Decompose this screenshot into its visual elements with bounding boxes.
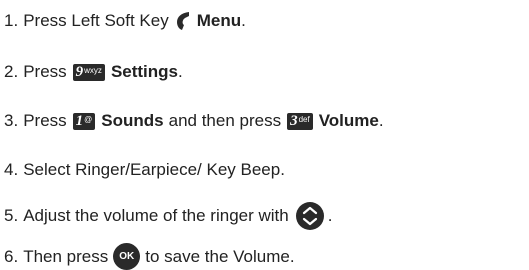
ok-key-icon: OK bbox=[113, 243, 141, 270]
step-number: 4. bbox=[4, 160, 19, 179]
step-text: Adjust the volume of the ringer with bbox=[23, 206, 289, 225]
step-text: Press bbox=[23, 111, 67, 130]
step-text-mid: and then press bbox=[168, 111, 282, 130]
step-number: 2. bbox=[4, 62, 19, 81]
step-number: 5. bbox=[4, 206, 19, 225]
step-number: 6. bbox=[4, 246, 19, 266]
step-text: Press Left Soft Key bbox=[23, 11, 169, 30]
step-text: Then press bbox=[23, 246, 109, 266]
step-1: 1. Press Left Soft Key Menu . bbox=[4, 11, 246, 31]
step-text-post: to save the Volume. bbox=[145, 246, 295, 266]
settings-label: Settings bbox=[110, 62, 178, 81]
step-5: 5. Adjust the volume of the ringer with … bbox=[4, 201, 332, 231]
menu-label: Menu bbox=[196, 11, 242, 30]
step-punct: . bbox=[241, 11, 246, 30]
step-number: 3. bbox=[4, 111, 19, 130]
step-text: Press bbox=[23, 62, 67, 81]
step-number: 1. bbox=[4, 11, 19, 30]
step-6: 6. Then press OK to save the Volume. bbox=[4, 243, 295, 270]
left-soft-key-icon bbox=[176, 12, 189, 30]
step-punct: . bbox=[178, 62, 183, 81]
step-2: 2. Press 9 wxyz Settings . bbox=[4, 62, 183, 82]
step-3: 3. Press 1 @ Sounds and then press 3 def… bbox=[4, 111, 384, 131]
volume-label: Volume bbox=[318, 111, 379, 130]
navigation-key-icon bbox=[295, 202, 324, 230]
key-9-icon: 9 wxyz bbox=[72, 63, 105, 81]
key-1-icon: 1 @ bbox=[72, 112, 96, 130]
step-punct: . bbox=[378, 111, 384, 130]
key-3-icon: 3 def bbox=[287, 112, 313, 130]
sounds-label: Sounds bbox=[101, 111, 164, 130]
step-4: 4. Select Ringer/Earpiece/ Key Beep. bbox=[4, 160, 285, 180]
step-punct: . bbox=[327, 206, 333, 225]
step-text: Select Ringer/Earpiece/ Key Beep. bbox=[23, 160, 285, 179]
